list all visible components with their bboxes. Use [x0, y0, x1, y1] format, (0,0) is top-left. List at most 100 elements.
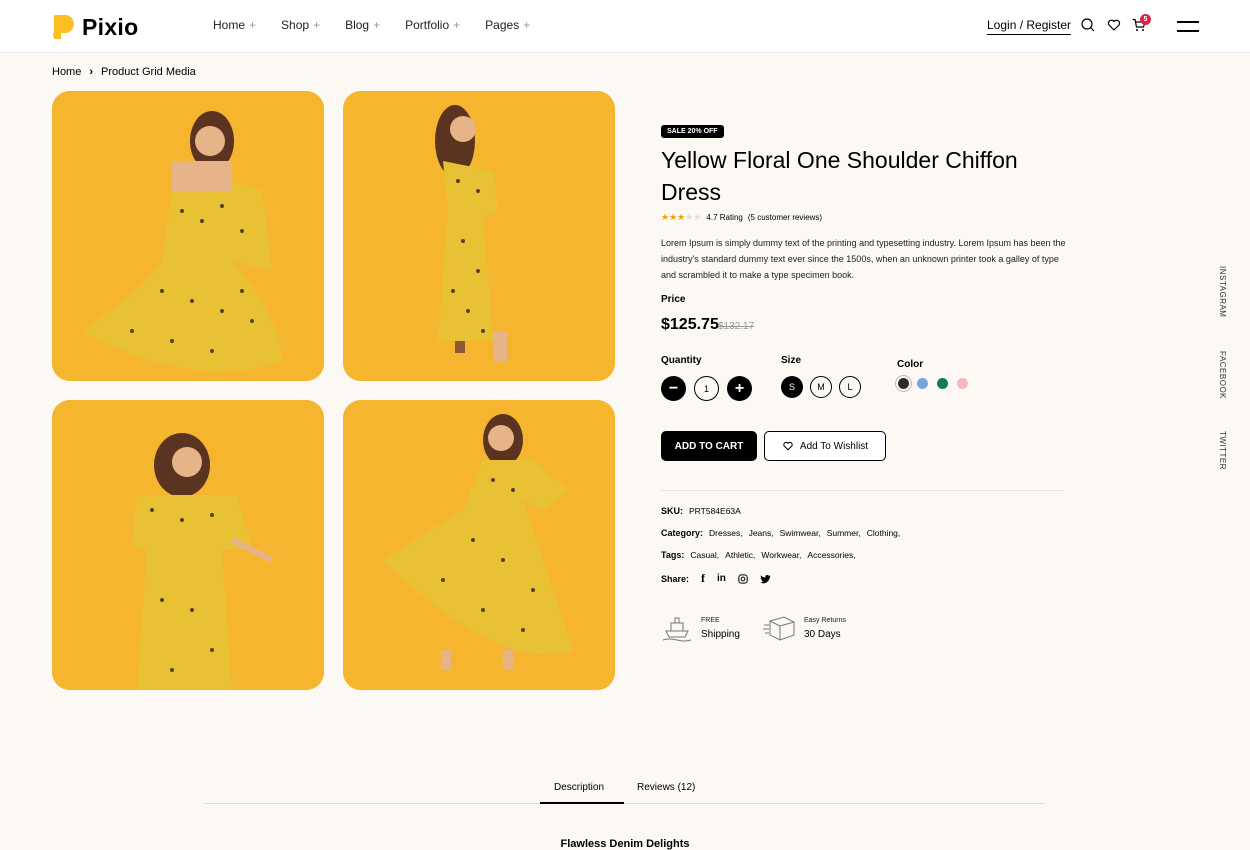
color-swatch-blue[interactable]	[917, 378, 928, 389]
color-swatch-pink[interactable]	[957, 378, 968, 389]
star-filled-icon: ★	[661, 212, 670, 222]
sku-label: SKU:	[661, 506, 683, 516]
nav-blog-label: Blog	[345, 18, 370, 32]
plus-icon: +	[249, 18, 257, 32]
social-facebook-link[interactable]: FACEBOOK	[1218, 351, 1227, 399]
social-twitter-link[interactable]: TWITTER	[1218, 431, 1227, 470]
share-label: Share:	[661, 573, 690, 584]
tabs-divider	[205, 803, 1045, 804]
tag-link[interactable]: Accessories,	[807, 550, 855, 560]
quantity-input[interactable]: 1	[694, 376, 719, 401]
linkedin-icon[interactable]: in	[717, 573, 726, 584]
search-icon[interactable]	[1080, 17, 1096, 33]
nav-portfolio[interactable]: Portfolio +	[405, 18, 460, 32]
plus-icon: +	[373, 18, 381, 32]
size-label: Size	[781, 355, 802, 366]
tab-reviews[interactable]: Reviews (12)	[637, 782, 695, 793]
color-swatch-green[interactable]	[937, 378, 948, 389]
easy-returns-feature: Easy Returns 30 Days	[762, 613, 846, 643]
tag-link[interactable]: Casual,	[690, 550, 719, 560]
nav-shop[interactable]: Shop +	[281, 18, 320, 32]
heart-icon	[783, 441, 793, 451]
product-photo-1[interactable]	[52, 91, 324, 381]
logo[interactable]: Pixio	[52, 12, 138, 42]
rating-text: 4.7 Rating	[706, 213, 743, 222]
main-nav: Home + Shop + Blog + Portfolio + Pages +	[213, 18, 555, 32]
social-instagram-link[interactable]: INSTAGRAM	[1218, 266, 1227, 317]
wishlist-label: Add To Wishlist	[799, 440, 869, 452]
product-photo-2[interactable]	[343, 91, 615, 381]
logo-mark-icon	[53, 15, 74, 39]
nav-home[interactable]: Home +	[213, 18, 256, 32]
brand-name: Pixio	[82, 13, 139, 40]
size-option-s[interactable]: S	[781, 376, 803, 398]
price: $125.75	[661, 316, 719, 333]
sale-badge: SALE 20% OFF	[661, 125, 724, 138]
size-option-l[interactable]: L	[839, 376, 861, 398]
product-image	[52, 91, 324, 381]
add-to-wishlist-button[interactable]: Add To Wishlist	[764, 431, 886, 461]
active-tab-indicator	[540, 802, 624, 804]
quantity-increase-button[interactable]: +	[727, 376, 752, 401]
feature-small-text: Easy Returns	[804, 616, 847, 624]
star-empty-icon: ★	[693, 212, 702, 222]
heart-icon[interactable]	[1106, 17, 1122, 33]
tab-description[interactable]: Description	[554, 782, 604, 793]
divider	[661, 490, 1064, 491]
product-photo-4[interactable]	[343, 400, 615, 690]
category-link[interactable]: Dresses,	[709, 528, 743, 538]
hamburger-menu-icon[interactable]	[1177, 19, 1199, 33]
nav-pages-label: Pages	[485, 18, 520, 32]
tags-row: Tags: Casual, Athletic, Workwear, Access…	[661, 550, 856, 560]
category-link[interactable]: Jeans,	[749, 528, 774, 538]
size-option-m[interactable]: M	[810, 376, 832, 398]
breadcrumb-current: Product Grid Media	[101, 66, 196, 78]
category-link[interactable]: Swimwear,	[780, 528, 821, 538]
plus-icon: +	[313, 18, 321, 32]
instagram-icon[interactable]	[738, 573, 748, 584]
category-link[interactable]: Summer,	[827, 528, 861, 538]
chevron-right-icon: ›	[89, 66, 94, 78]
share-icons: f in	[701, 571, 771, 586]
star-filled-icon: ★	[669, 212, 678, 222]
tag-link[interactable]: Workwear,	[761, 550, 801, 560]
color-swatch-black[interactable]	[898, 378, 909, 389]
category-label: Category:	[661, 528, 704, 538]
share-row: Share: f in	[661, 571, 771, 586]
nav-blog[interactable]: Blog +	[345, 18, 380, 32]
login-register-link[interactable]: Login / Register	[987, 18, 1072, 35]
ship-icon	[662, 617, 692, 642]
quantity-decrease-button[interactable]: −	[661, 376, 686, 401]
section-title: Flawless Denim Delights	[560, 838, 690, 850]
breadcrumb-home[interactable]: Home	[52, 66, 81, 78]
facebook-icon[interactable]: f	[701, 571, 705, 586]
feature-small-text: FREE	[701, 616, 720, 624]
category-row: Category: Dresses, Jeans, Swimwear, Summ…	[661, 528, 900, 538]
price-label: Price	[661, 294, 686, 305]
plus-icon: +	[523, 18, 531, 32]
nav-pages[interactable]: Pages +	[485, 18, 530, 32]
sku-value: PRT584E63A	[689, 506, 741, 516]
category-link[interactable]: Clothing,	[867, 528, 901, 538]
box-icon	[763, 616, 795, 641]
add-to-cart-button[interactable]: ADD TO CART	[661, 431, 757, 461]
old-price: $132.17	[718, 321, 755, 332]
feature-big-text: Shipping	[701, 628, 740, 640]
reviews-count[interactable]: (5 customer reviews)	[748, 213, 822, 222]
nav-home-label: Home	[213, 18, 246, 32]
product-description: Lorem Ipsum is simply dummy text of the …	[661, 238, 1066, 280]
cart-count-badge: 5	[1140, 14, 1151, 25]
product-photo-3[interactable]	[52, 400, 324, 690]
tags-label: Tags:	[661, 550, 685, 560]
tag-link[interactable]: Athletic,	[725, 550, 755, 560]
nav-shop-label: Shop	[281, 18, 310, 32]
rating: ★★★★★ 4.7 Rating (5 customer reviews)	[661, 212, 822, 223]
product-image	[343, 400, 615, 690]
color-label: Color	[897, 359, 924, 370]
free-shipping-feature: FREE Shipping	[661, 613, 740, 643]
plus-icon: +	[453, 18, 461, 32]
sku-row: SKU: PRT584E63A	[661, 506, 741, 516]
twitter-icon[interactable]	[760, 574, 771, 584]
product-image	[343, 91, 615, 381]
product-image	[52, 400, 324, 690]
